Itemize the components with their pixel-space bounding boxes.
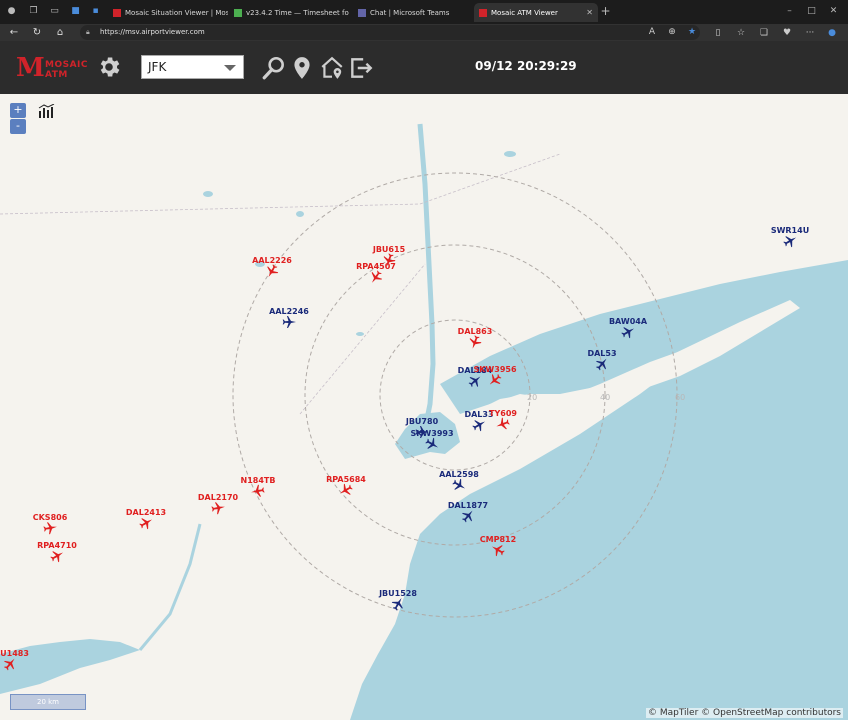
chevron-down-icon xyxy=(224,65,236,71)
url-text: https://msv.airportviewer.com xyxy=(100,28,205,36)
airplane-icon[interactable] xyxy=(369,270,383,284)
copilot-icon[interactable]: ● xyxy=(826,27,838,39)
basemap xyxy=(0,123,848,720)
hudson-river xyxy=(417,123,436,430)
home-button[interactable]: ⌂ xyxy=(54,27,66,39)
airplane-icon[interactable] xyxy=(339,483,353,497)
timesheet-favicon xyxy=(234,8,242,17)
tab-mosaic-atm-viewer[interactable]: Mosaic ATM Viewer ✕ xyxy=(474,3,598,22)
range-ring-label: 20 xyxy=(527,393,538,402)
lock-icon: 🔒︎ xyxy=(86,28,90,36)
browser-tab-strip: ● ❐ ▭ ■ ▪ Mosaic Situation Viewer | Mosa… xyxy=(0,0,848,24)
close-window-button[interactable]: ✕ xyxy=(828,6,839,17)
location-pin-icon[interactable] xyxy=(289,55,315,81)
logo-text-line2: ATM xyxy=(45,70,68,80)
pinned-outlook-icon[interactable]: ■ xyxy=(70,6,81,17)
zoom-out-button[interactable]: - xyxy=(10,119,26,134)
mosaic-favicon xyxy=(479,8,487,17)
zoom-icon[interactable]: ⊕ xyxy=(666,26,678,38)
airport-select-value: JFK xyxy=(148,60,167,74)
collections-icon[interactable]: ❏ xyxy=(758,27,770,39)
airplane-icon[interactable] xyxy=(468,374,482,388)
airplane-icon[interactable] xyxy=(595,357,609,371)
split-screen-icon[interactable]: ▯ xyxy=(712,27,724,39)
airplane-icon[interactable] xyxy=(265,264,279,278)
gear-icon[interactable] xyxy=(96,54,122,80)
lake xyxy=(203,191,213,197)
back-button[interactable]: ← xyxy=(8,27,20,39)
airplane-icon[interactable] xyxy=(282,315,296,329)
airplane-icon[interactable] xyxy=(491,543,505,557)
favorite-star-icon[interactable]: ★ xyxy=(686,26,698,38)
favorites-icon[interactable]: ☆ xyxy=(735,27,747,39)
more-menu-icon[interactable]: ··· xyxy=(804,27,816,39)
mosaic-favicon xyxy=(113,8,121,17)
close-tab-icon[interactable]: ✕ xyxy=(586,8,593,17)
maximize-button[interactable]: □ xyxy=(806,6,817,17)
delaware-bay xyxy=(0,639,140,694)
logo-text-line1: MOSAIC xyxy=(45,60,89,70)
datetime-display: 09/12 20:29:29 xyxy=(475,59,577,73)
lake xyxy=(296,211,304,217)
refresh-button[interactable]: ↻ xyxy=(31,27,43,39)
logo-mark: M xyxy=(16,53,45,83)
tab-actions-icon[interactable]: ▭ xyxy=(49,6,60,17)
airport-select[interactable]: JFK xyxy=(141,55,244,79)
teams-favicon xyxy=(358,8,366,17)
mosaic-atm-logo: M MOSAIC ATM xyxy=(16,51,88,83)
airplane-icon[interactable] xyxy=(452,478,466,492)
logout-icon[interactable] xyxy=(348,55,374,81)
range-ring-label: 60 xyxy=(675,393,686,402)
airplane-icon[interactable] xyxy=(50,549,64,563)
airplane-icon[interactable] xyxy=(468,335,482,349)
browser-address-bar: ← ↻ ⌂ 🔒︎ https://msv.airportviewer.com A… xyxy=(0,24,848,41)
workspaces-icon[interactable]: ❐ xyxy=(28,6,39,17)
search-icon[interactable] xyxy=(261,55,287,81)
map-attribution[interactable]: © MapTiler © OpenStreetMap contributors xyxy=(645,708,843,718)
app-header: M MOSAIC ATM JFK 09/12 20:29:29 xyxy=(0,41,848,94)
new-tab-button[interactable]: + xyxy=(600,5,611,17)
home-location-icon[interactable] xyxy=(319,55,345,81)
airplane-icon[interactable] xyxy=(3,657,17,671)
profile-icon[interactable]: ● xyxy=(6,6,17,17)
range-ring-label: 40 xyxy=(600,393,611,402)
pinned-app-icon[interactable]: ▪ xyxy=(90,6,101,17)
read-aloud-icon[interactable]: A xyxy=(646,26,658,38)
scale-bar: 20 km xyxy=(10,694,86,710)
tab-microsoft-teams[interactable]: Chat | Microsoft Teams xyxy=(353,3,471,22)
tab-mosaic-situation-viewer[interactable]: Mosaic Situation Viewer | Mosaic xyxy=(108,3,228,22)
airplane-icon[interactable] xyxy=(472,418,486,432)
airplane-icon[interactable] xyxy=(488,373,502,387)
minimize-button[interactable]: – xyxy=(784,6,795,17)
airplane-icon[interactable] xyxy=(43,521,57,535)
lake xyxy=(504,151,516,157)
airplane-icon[interactable] xyxy=(139,516,153,530)
lake xyxy=(356,332,364,336)
map-view[interactable]: 20 40 60 + - JBU615 AAL2226 RPA4507 AAL2246… xyxy=(0,94,848,720)
delaware-river xyxy=(138,523,202,651)
extensions-icon[interactable]: ♥ xyxy=(781,27,793,39)
airplane-icon[interactable] xyxy=(251,484,265,498)
airplane-icon[interactable] xyxy=(621,325,635,339)
url-field[interactable]: 🔒︎ https://msv.airportviewer.com A ⊕ ★ xyxy=(80,25,700,40)
airplane-icon[interactable] xyxy=(391,597,405,611)
airplane-icon[interactable] xyxy=(425,437,439,451)
bar-chart-icon[interactable] xyxy=(38,104,56,118)
zoom-in-button[interactable]: + xyxy=(10,103,26,118)
tab-timesheet[interactable]: v23.4.2 Time — Timesheet for Ar... xyxy=(229,3,349,22)
airplane-icon[interactable] xyxy=(211,501,225,515)
airplane-icon[interactable] xyxy=(783,234,797,248)
airplane-icon[interactable] xyxy=(461,509,475,523)
airplane-icon[interactable] xyxy=(496,417,510,431)
